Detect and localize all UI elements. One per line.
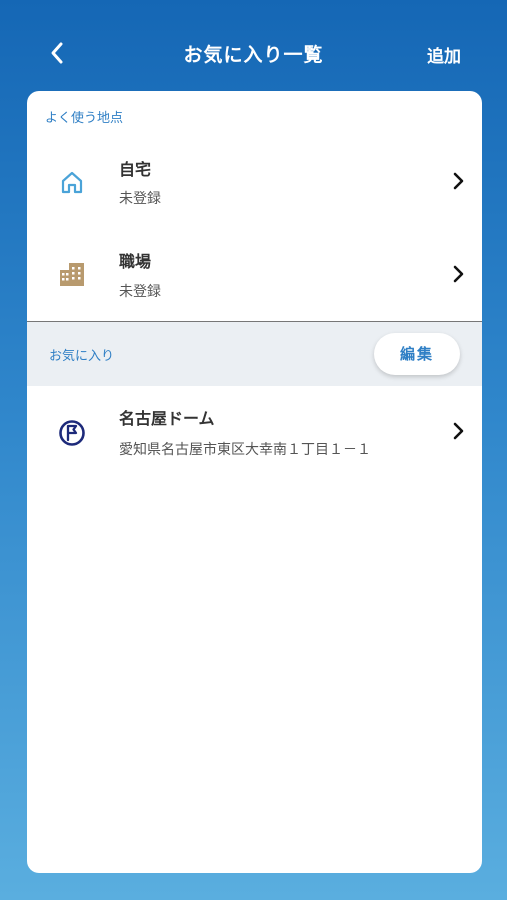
favorites-header: お気に入り 編集 xyxy=(27,322,482,386)
list-item-home[interactable]: 自宅 未登録 xyxy=(27,136,482,224)
chevron-right-icon xyxy=(453,265,464,283)
list-item-title: 名古屋ドーム xyxy=(119,409,215,428)
list-item-title: 職場 xyxy=(119,252,152,271)
header-bar: お気に入り一覧 追加 xyxy=(0,0,507,92)
list-item-subtitle: 未登録 xyxy=(119,191,161,207)
list-item-subtitle: 愛知県名古屋市東区大幸南１丁目１－１ xyxy=(119,442,371,458)
list-item-subtitle: 未登録 xyxy=(119,284,161,300)
chevron-right-icon xyxy=(453,422,464,440)
edit-button[interactable]: 編集 xyxy=(374,333,460,375)
list-item-title: 自宅 xyxy=(119,160,152,179)
frequent-places-label: よく使う地点 xyxy=(45,111,124,126)
favorites-label: お気に入り xyxy=(49,349,115,364)
flag-circle-icon xyxy=(55,416,89,450)
list-item-work[interactable]: 職場 未登録 xyxy=(27,229,482,319)
home-icon xyxy=(55,165,89,199)
favorites-card: よく使う地点 自宅 未登録 職場 未登録 お気に入り 編集 名古屋ドーム 愛知県… xyxy=(27,91,482,873)
chevron-right-icon xyxy=(453,172,464,190)
building-icon xyxy=(55,257,89,291)
list-item-favorite[interactable]: 名古屋ドーム 愛知県名古屋市東区大幸南１丁目１－１ xyxy=(27,386,482,478)
add-button[interactable]: 追加 xyxy=(427,42,461,67)
